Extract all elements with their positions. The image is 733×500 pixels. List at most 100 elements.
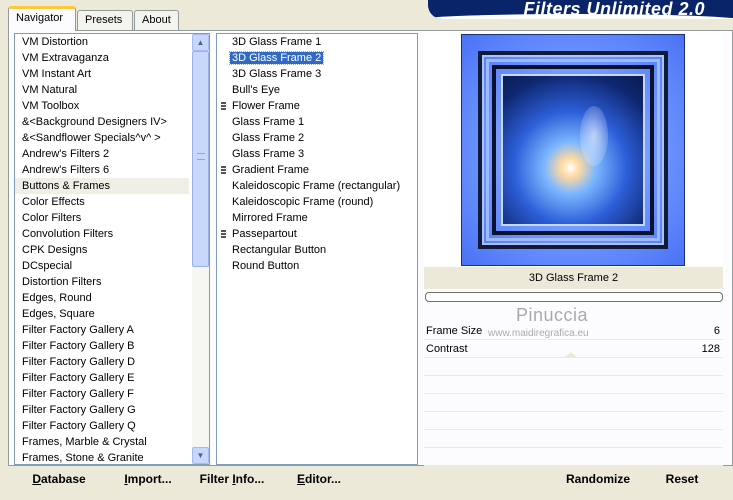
tab-about[interactable]: About: [134, 10, 179, 30]
category-item[interactable]: Filter Factory Gallery F: [15, 386, 209, 402]
filter-item[interactable]: Gradient Frame: [217, 162, 417, 178]
category-item[interactable]: VM Instant Art: [15, 66, 209, 82]
filter-item-label: Round Button: [232, 260, 300, 272]
category-item[interactable]: Color Effects: [15, 194, 209, 210]
tab-navigator[interactable]: Navigator: [8, 6, 76, 31]
slider-pointer-icon: [564, 352, 578, 358]
reset-button[interactable]: Reset: [658, 466, 706, 492]
category-list[interactable]: VM Distortion VM Extravaganza VM Instant A…: [14, 33, 210, 465]
filter-item[interactable]: Bull's Eye: [217, 82, 417, 98]
category-item[interactable]: Filter Factory Gallery D: [15, 354, 209, 370]
category-items: VM Distortion VM Extravaganza VM Instant A…: [15, 34, 209, 464]
category-item[interactable]: Color Filters: [15, 210, 209, 226]
scroll-up-button[interactable]: ▲: [192, 34, 209, 51]
filter-item-label: Gradient Frame: [232, 164, 310, 176]
filter-list[interactable]: 3D Glass Frame 1 3D Glass Frame 2 3D Glass…: [216, 33, 418, 465]
category-item[interactable]: Filter Factory Gallery E: [15, 370, 209, 386]
category-item[interactable]: Distortion Filters: [15, 274, 209, 290]
category-item[interactable]: Filter Factory Gallery G: [15, 402, 209, 418]
preset-marker-icon: [221, 166, 226, 175]
filter-item[interactable]: 3D Glass Frame 2: [217, 50, 417, 66]
preview-glow: [580, 105, 608, 166]
category-item[interactable]: Frames, Marble & Crystal: [15, 434, 209, 450]
param-value: 128: [701, 343, 720, 355]
filter-item[interactable]: Flower Frame: [217, 98, 417, 114]
param-label: Frame Size: [426, 325, 483, 337]
filter-item-label: Mirrored Frame: [232, 212, 308, 224]
filter-item-label: 3D Glass Frame 3: [232, 68, 322, 80]
category-item[interactable]: VM Natural: [15, 82, 209, 98]
preview-artwork: [501, 74, 645, 226]
category-item[interactable]: &<Sandflower Specials^v^ >: [15, 130, 209, 146]
category-item[interactable]: Filter Factory Gallery Q: [15, 418, 209, 434]
import-button[interactable]: Import...: [118, 466, 178, 492]
category-item[interactable]: VM Toolbox: [15, 98, 209, 114]
preset-marker-icon: [221, 102, 226, 111]
filter-item[interactable]: Round Button: [217, 258, 417, 274]
filter-item-label: Glass Frame 3: [232, 148, 305, 160]
param-label: Contrast: [426, 343, 468, 355]
category-item[interactable]: Frames, Stone & Granite: [15, 450, 209, 464]
param-value: 6: [713, 325, 720, 337]
editor-button[interactable]: Editor...: [294, 466, 344, 492]
filter-item-label: Glass Frame 2: [232, 132, 305, 144]
parameter-panel: Frame Size 6 Contrast 128: [424, 322, 723, 466]
filter-item[interactable]: Glass Frame 1: [217, 114, 417, 130]
category-item[interactable]: VM Distortion: [15, 34, 209, 50]
preview-area: [424, 33, 723, 267]
filter-item-label: 3D Glass Frame 2: [228, 51, 325, 65]
preset-marker-icon: [221, 230, 226, 239]
watermark-url: www.maidiregrafica.eu: [488, 328, 589, 339]
category-item[interactable]: Filter Factory Gallery A: [15, 322, 209, 338]
param-slot: [424, 430, 723, 448]
param-slot: [424, 376, 723, 394]
filter-item[interactable]: Kaleidoscopic Frame (round): [217, 194, 417, 210]
filter-item-label: 3D Glass Frame 1: [232, 36, 322, 48]
database-button[interactable]: Database: [24, 466, 94, 492]
filter-items: 3D Glass Frame 1 3D Glass Frame 2 3D Glass…: [217, 34, 417, 274]
scroll-down-button[interactable]: ▼: [192, 447, 209, 464]
tab-presets[interactable]: Presets: [77, 10, 133, 30]
filter-item[interactable]: 3D Glass Frame 1: [217, 34, 417, 50]
category-item[interactable]: Andrew's Filters 2: [15, 146, 209, 162]
category-item[interactable]: &<Background Designers IV>: [15, 114, 209, 130]
param-slot: [424, 358, 723, 376]
category-item[interactable]: DCspecial: [15, 258, 209, 274]
category-scrollbar[interactable]: ▲ ▼: [192, 34, 209, 464]
app-title: Filters Unlimited 2.0: [523, 0, 705, 19]
randomize-button[interactable]: Randomize: [558, 466, 638, 492]
category-item[interactable]: VM Extravaganza: [15, 50, 209, 66]
filter-item[interactable]: 3D Glass Frame 3: [217, 66, 417, 82]
preview-image: [461, 34, 685, 266]
watermark-name: Pinuccia: [516, 305, 589, 325]
filter-item[interactable]: Rectangular Button: [217, 242, 417, 258]
category-item[interactable]: Filter Factory Gallery B: [15, 338, 209, 354]
category-item[interactable]: Edges, Round: [15, 290, 209, 306]
param-slot: [424, 448, 723, 466]
filter-item[interactable]: Glass Frame 3: [217, 146, 417, 162]
filter-item[interactable]: Glass Frame 2: [217, 130, 417, 146]
param-slot: [424, 394, 723, 412]
progress-bar: [425, 292, 723, 302]
category-item[interactable]: Convolution Filters: [15, 226, 209, 242]
category-item[interactable]: Buttons & Frames: [15, 178, 189, 194]
category-item[interactable]: Andrew's Filters 6: [15, 162, 209, 178]
bottom-toolbar: Database Import... Filter Info... Editor…: [8, 466, 733, 500]
filter-item[interactable]: Kaleidoscopic Frame (rectangular): [217, 178, 417, 194]
param-slot: [424, 412, 723, 430]
scroll-thumb[interactable]: [192, 51, 209, 267]
category-item[interactable]: CPK Designs: [15, 242, 209, 258]
filter-item-label: Passepartout: [232, 228, 297, 240]
filter-item-label: Rectangular Button: [232, 244, 327, 256]
filter-item-label: Kaleidoscopic Frame (rectangular): [232, 180, 401, 192]
category-item[interactable]: Edges, Square: [15, 306, 209, 322]
grip-icon: [197, 153, 205, 160]
filter-item-label: Kaleidoscopic Frame (round): [232, 196, 374, 208]
filter-info-button[interactable]: Filter Info...: [198, 466, 266, 492]
filter-item-label: Bull's Eye: [232, 84, 280, 96]
filter-item[interactable]: Mirrored Frame: [217, 210, 417, 226]
param-contrast[interactable]: Contrast 128: [424, 340, 723, 358]
filter-item[interactable]: Passepartout: [217, 226, 417, 242]
filter-item-label: Flower Frame: [232, 100, 300, 112]
selected-filter-name: 3D Glass Frame 2: [424, 267, 723, 289]
